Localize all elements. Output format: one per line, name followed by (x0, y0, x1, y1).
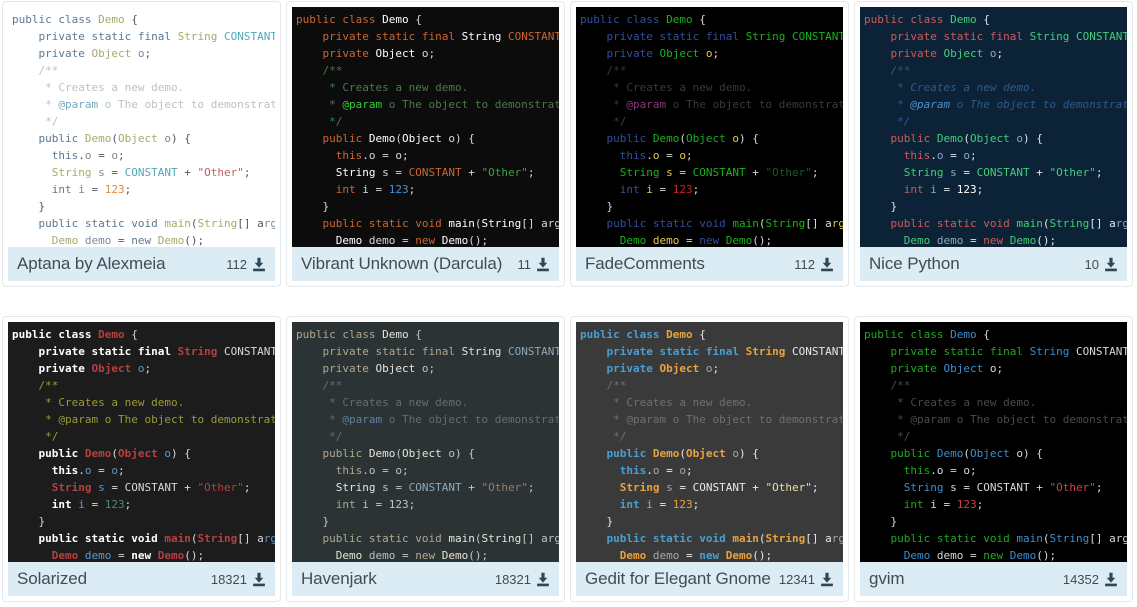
theme-card-footer: Vibrant Unknown (Darcula) 11 (292, 247, 559, 281)
theme-card-footer: FadeComments 112 (576, 247, 843, 281)
theme-code-preview: public class Demo { private static final… (292, 7, 559, 247)
theme-name: Havenjark (301, 569, 377, 588)
theme-code-preview: public class Demo { private static final… (576, 322, 843, 562)
theme-card-nice-python[interactable]: public class Demo { private static final… (854, 1, 1133, 287)
theme-code-preview: public class Demo { private static final… (8, 7, 275, 247)
theme-name: Solarized (17, 569, 87, 588)
theme-card-gvim[interactable]: public class Demo { private static final… (854, 316, 1133, 602)
theme-code-preview: public class Demo { private static final… (860, 7, 1127, 247)
download-icon[interactable] (252, 257, 266, 272)
theme-gallery-grid: public class Demo { private static final… (0, 0, 1137, 603)
theme-card-footer: gvim 14352 (860, 562, 1127, 596)
download-count: 112 (794, 256, 815, 272)
download-icon[interactable] (536, 257, 550, 272)
theme-name: Vibrant Unknown (Darcula) (301, 254, 503, 273)
download-icon[interactable] (1104, 572, 1118, 587)
theme-card-solarized[interactable]: public class Demo { private static final… (2, 316, 281, 602)
download-count: 12341 (778, 571, 815, 587)
theme-code-preview: public class Demo { private static final… (860, 322, 1127, 562)
theme-code-preview: public class Demo { private static final… (576, 7, 843, 247)
theme-card-aptana-by-alexmeia[interactable]: public class Demo { private static final… (2, 1, 281, 287)
download-icon[interactable] (252, 572, 266, 587)
theme-card-footer: Aptana by Alexmeia 112 (8, 247, 275, 281)
theme-name: gvim (869, 569, 905, 588)
theme-name: Gedit for Elegant Gnome (585, 569, 771, 588)
download-icon[interactable] (536, 572, 550, 587)
theme-card-fadecomments[interactable]: public class Demo { private static final… (570, 1, 849, 287)
download-count: 11 (517, 256, 532, 272)
theme-card-vibrant-unknown-darcula[interactable]: public class Demo { private static final… (286, 1, 565, 287)
download-count: 14352 (1062, 571, 1099, 587)
theme-card-footer: Havenjark 18321 (292, 562, 559, 596)
download-count: 18321 (494, 571, 531, 587)
theme-card-havenjark[interactable]: public class Demo { private static final… (286, 316, 565, 602)
theme-name: Aptana by Alexmeia (17, 254, 166, 273)
theme-card-footer: Gedit for Elegant Gnome 12341 (576, 562, 843, 596)
download-count: 10 (1084, 256, 1099, 272)
download-count: 112 (226, 256, 247, 272)
download-count: 18321 (210, 571, 247, 587)
theme-card-footer: Nice Python 10 (860, 247, 1127, 281)
theme-card-gedit-for-elegant-gnome[interactable]: public class Demo { private static final… (570, 316, 849, 602)
download-icon[interactable] (820, 572, 834, 587)
theme-card-footer: Solarized 18321 (8, 562, 275, 596)
download-icon[interactable] (1104, 257, 1118, 272)
theme-code-preview: public class Demo { private static final… (8, 322, 275, 562)
download-icon[interactable] (820, 257, 834, 272)
theme-name: Nice Python (869, 254, 960, 273)
theme-name: FadeComments (585, 254, 705, 273)
theme-code-preview: public class Demo { private static final… (292, 322, 559, 562)
